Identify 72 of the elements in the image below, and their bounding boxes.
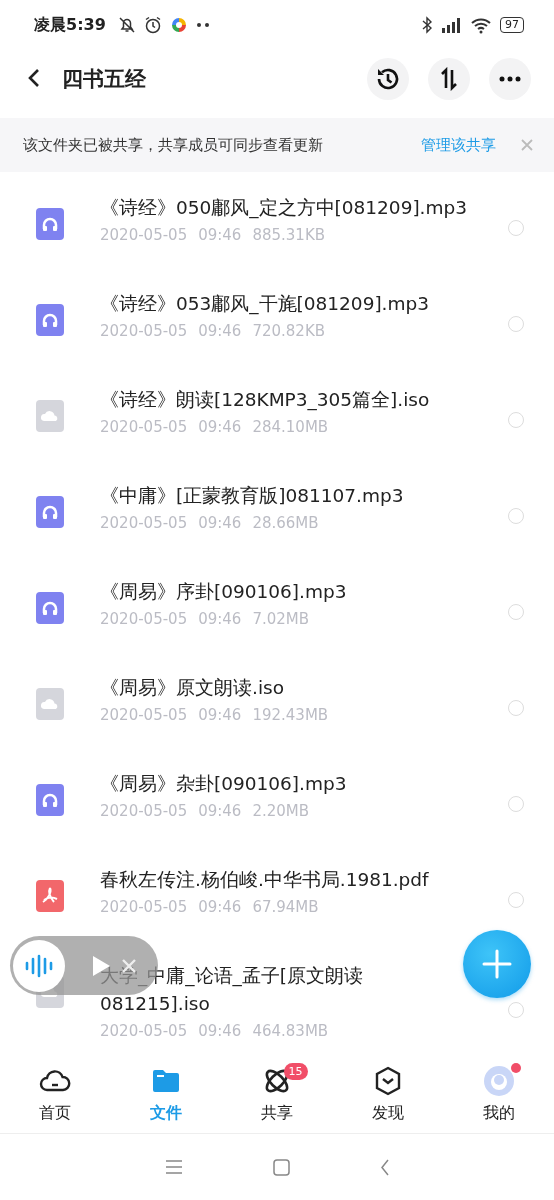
file-date: 2020-05-05 [100, 610, 188, 628]
file-size: 284.10MB [252, 418, 329, 436]
file-size: 2.20MB [252, 802, 310, 820]
battery-level: 97 [500, 17, 524, 33]
file-time: 09:46 [198, 226, 242, 244]
file-time: 09:46 [198, 610, 242, 628]
close-button[interactable] [520, 138, 534, 152]
notification-badge: 15 [283, 1063, 308, 1080]
file-name[interactable]: 《周易》杂卦[090106].mp3 [100, 770, 500, 798]
tab-bar-item[interactable]: 我的 [443, 1055, 554, 1133]
file-size: 720.82KB [252, 322, 326, 340]
file-date: 2020-05-05 [100, 418, 188, 436]
home-icon[interactable] [272, 1158, 290, 1176]
file-size: 7.02MB [252, 610, 310, 628]
audio-file-icon [36, 784, 64, 816]
add-button[interactable] [463, 930, 531, 998]
history-icon [375, 66, 401, 92]
sort-button[interactable] [428, 58, 470, 100]
file-size: 28.66MB [252, 514, 319, 532]
file-date: 2020-05-05 [100, 1022, 188, 1040]
file-size: 67.94MB [252, 898, 319, 916]
app-icon [169, 16, 188, 34]
plus-icon [482, 949, 512, 979]
file-time: 09:46 [198, 802, 242, 820]
file-name[interactable]: 《诗经》050鄘风_定之方中[081209].mp3 [100, 194, 500, 222]
history-button[interactable] [367, 58, 409, 100]
audio-file-icon [36, 496, 64, 528]
audio-file-icon [36, 304, 64, 336]
file-name[interactable]: 《周易》序卦[090106].mp3 [100, 578, 500, 606]
file-size: 192.43MB [252, 706, 329, 724]
tab-bar-item[interactable]: 发现 [332, 1055, 444, 1133]
alarm-icon [143, 16, 162, 34]
audio-file-icon [36, 592, 64, 624]
wifi-icon [470, 16, 492, 34]
file-date: 2020-05-05 [100, 514, 188, 532]
menu-icon[interactable] [164, 1160, 183, 1174]
file-time: 09:46 [198, 514, 242, 532]
avatar-icon [482, 1064, 515, 1097]
cloud-file-icon [36, 400, 64, 432]
file-time: 09:46 [198, 706, 242, 724]
file-time: 09:46 [198, 898, 242, 916]
mute-icon [117, 16, 136, 34]
file-size: 464.83MB [252, 1022, 329, 1040]
bluetooth-icon [422, 16, 432, 34]
file-name[interactable]: 《中庸》[正蒙教育版]081107.mp3 [100, 482, 500, 510]
file-date: 2020-05-05 [100, 898, 188, 916]
file-name[interactable]: 《诗经》053鄘风_干旄[081209].mp3 [100, 290, 500, 318]
signal-icon [440, 16, 462, 34]
folder-title: 四书五经 [62, 66, 147, 93]
tab-bar-item[interactable]: 首页 [0, 1055, 111, 1133]
audio-file-icon [36, 208, 64, 240]
tab-bar-item[interactable]: 共享 15 [221, 1055, 333, 1133]
audio-wave-icon[interactable] [13, 939, 65, 992]
file-date: 2020-05-05 [100, 802, 188, 820]
file-date: 2020-05-05 [100, 322, 188, 340]
file-date: 2020-05-05 [100, 226, 188, 244]
file-size: 885.31KB [252, 226, 326, 244]
file-name[interactable]: 春秋左传注.杨伯峻.中华书局.1981.pdf [100, 866, 500, 894]
pdf-file-icon [36, 880, 64, 912]
file-date: 2020-05-05 [100, 706, 188, 724]
file-time: 09:46 [198, 1022, 242, 1040]
file-time: 09:46 [198, 418, 242, 436]
status-time: 凌晨5:39 [34, 14, 106, 36]
more-icon [499, 76, 521, 82]
more-button[interactable] [489, 58, 531, 100]
more-notifications-icon [195, 22, 210, 28]
file-name[interactable]: 《诗经》朗读[128KMP3_305篇全].iso [100, 386, 500, 414]
file-name[interactable]: 《周易》原文朗读.iso [100, 674, 500, 702]
file-time: 09:46 [198, 322, 242, 340]
cloud-file-icon [36, 688, 64, 720]
back-icon[interactable] [379, 1158, 390, 1176]
share-notice: 该文件夹已被共享，共享成员可同步查看更新 [23, 135, 324, 155]
